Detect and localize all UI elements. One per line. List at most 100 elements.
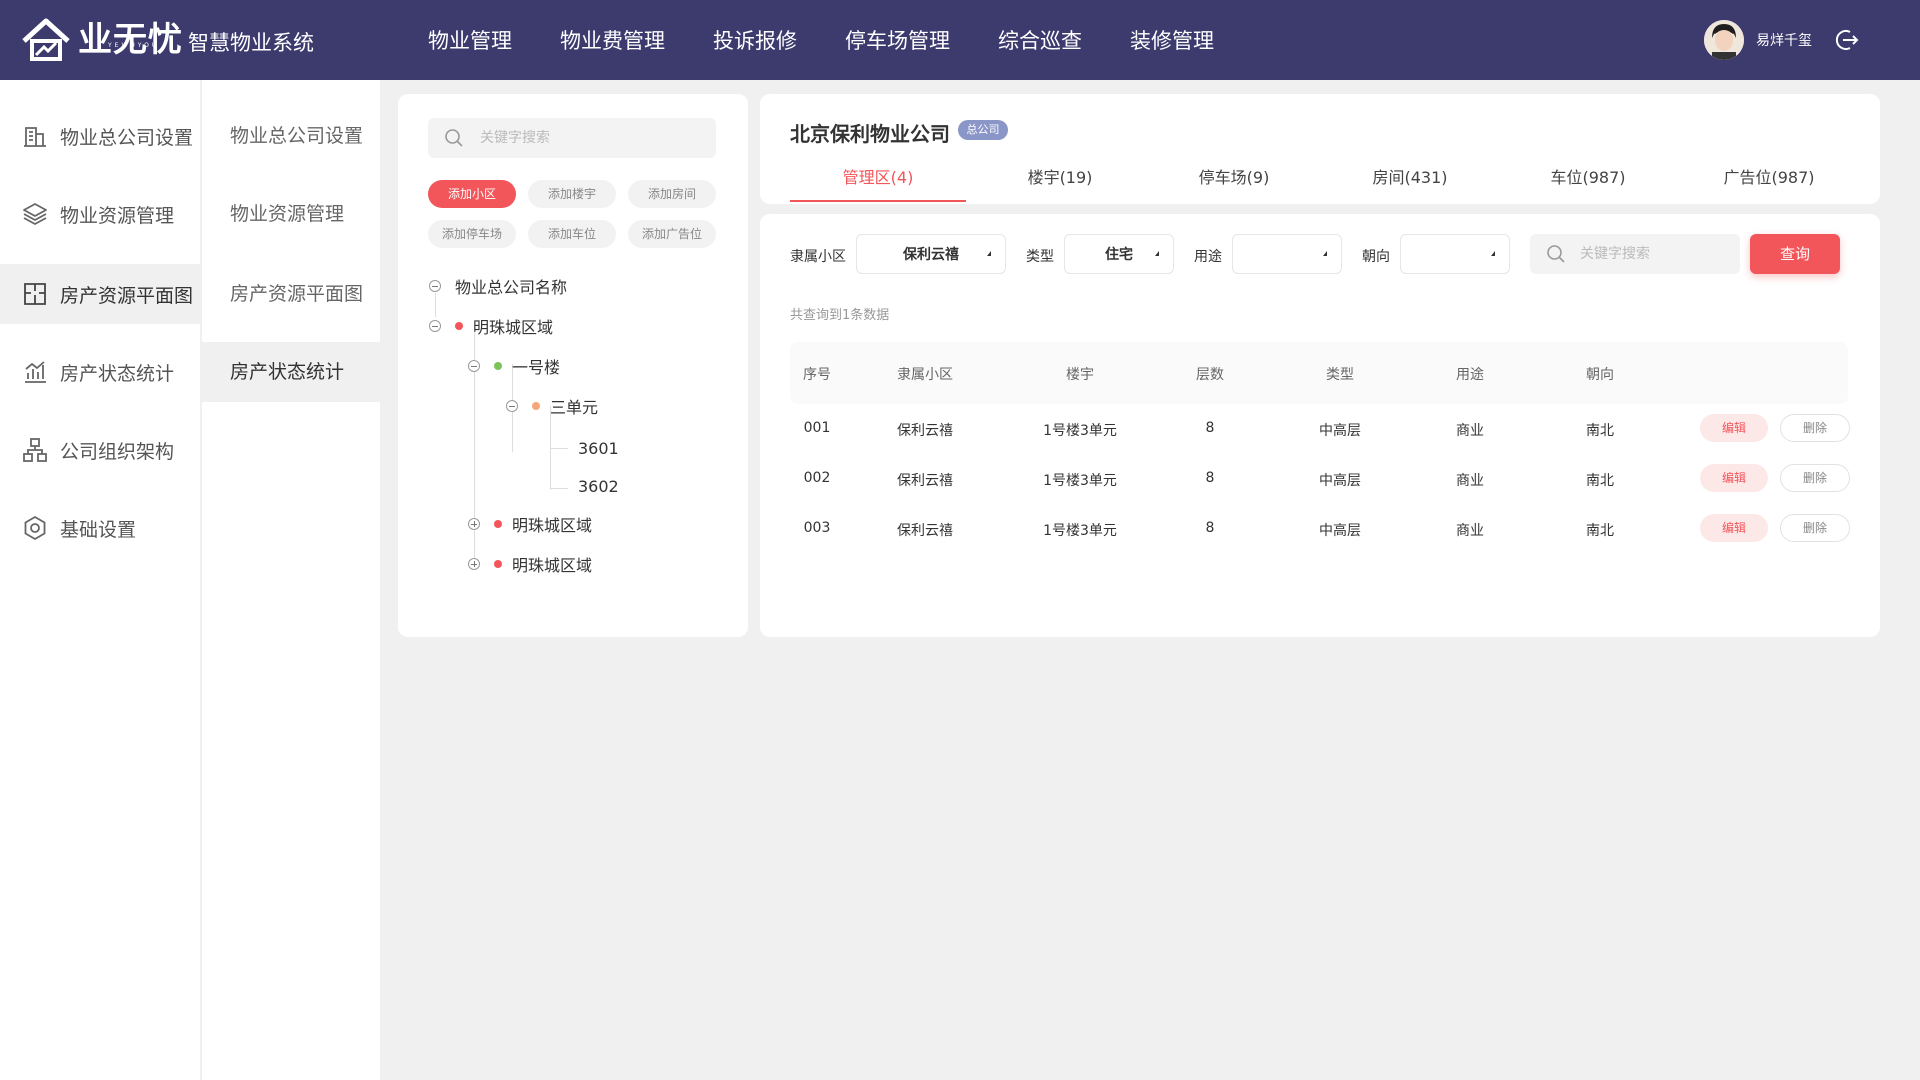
expand-icon[interactable] — [468, 558, 480, 570]
cell-orientation: 南北 — [1586, 423, 1614, 439]
usage-select[interactable] — [1232, 234, 1342, 274]
floorplan-icon — [24, 283, 46, 305]
cell-building: 1号楼3单元 — [1043, 523, 1117, 539]
status-dot-icon — [494, 362, 502, 370]
status-dot-icon — [494, 520, 502, 528]
caret-icon — [987, 251, 991, 256]
collapse-icon[interactable] — [429, 320, 441, 332]
sidebar-item-label: 房产资源平面图 — [60, 284, 194, 307]
nav-renovation[interactable]: 装修管理 — [1130, 25, 1214, 55]
org-chart-icon — [23, 438, 47, 462]
add-ad-space-button[interactable]: 添加广告位 — [628, 220, 716, 248]
nav-inspection[interactable]: 综合巡查 — [998, 25, 1082, 55]
tab-parking-lots[interactable]: 停车场(9) — [1146, 164, 1322, 194]
list-search-input[interactable] — [1578, 245, 1732, 263]
subnav-item-company-settings[interactable]: 物业总公司设置 — [202, 106, 380, 166]
query-button[interactable]: 查询 — [1750, 234, 1840, 274]
tree-node-room[interactable]: 3602 — [578, 474, 619, 498]
edit-button[interactable]: 编辑 — [1700, 464, 1768, 492]
type-select-value: 住宅 — [1105, 247, 1133, 263]
add-room-button[interactable]: 添加房间 — [628, 180, 716, 208]
add-parking-space-button[interactable]: 添加车位 — [528, 220, 616, 248]
sidebar-item-resource-management[interactable]: 物业资源管理 — [0, 184, 200, 244]
cell-floors: 8 — [1205, 470, 1215, 486]
table-row: 002 保利云禧 1号楼3单元 8 中高层 商业 南北 编辑 删除 — [790, 454, 1850, 504]
nav-parking[interactable]: 停车场管理 — [845, 25, 950, 55]
tree-node-label: 一号楼 — [512, 358, 561, 377]
cell-floors: 8 — [1205, 520, 1215, 536]
nav-property-management[interactable]: 物业管理 — [428, 25, 512, 55]
cell-orientation: 南北 — [1586, 473, 1614, 489]
add-building-button[interactable]: 添加楼宇 — [528, 180, 616, 208]
community-filter-label: 隶属小区 — [790, 249, 846, 265]
sidebar-item-status-stats[interactable]: 房产状态统计 — [0, 342, 200, 402]
tab-management-area[interactable]: 管理区(4) — [790, 164, 966, 194]
cell-orientation: 南北 — [1586, 523, 1614, 539]
column-header: 隶属小区 — [897, 367, 953, 383]
cell-no: 003 — [803, 520, 831, 536]
collapse-icon[interactable] — [506, 400, 518, 412]
tree-node-unit[interactable]: 三单元 — [506, 394, 598, 418]
cell-community: 保利云禧 — [897, 423, 953, 439]
sidebar-item-label: 公司组织架构 — [60, 440, 175, 463]
cell-building: 1号楼3单元 — [1043, 473, 1117, 489]
tree-node-root[interactable]: 物业总公司名称 — [429, 274, 567, 298]
usage-filter-label: 用途 — [1194, 249, 1222, 265]
tree-node-area[interactable]: 明珠城区域 — [468, 552, 592, 576]
sidebar-item-basic-settings[interactable]: 基础设置 — [0, 498, 200, 558]
sidebar-item-label: 物业总公司设置 — [60, 126, 194, 149]
subnav-item-resource-management[interactable]: 物业资源管理 — [202, 184, 380, 244]
community-select-value: 保利云禧 — [903, 247, 959, 263]
settings-icon — [24, 515, 46, 541]
table-row: 003 保利云禧 1号楼3单元 8 中高层 商业 南北 编辑 删除 — [790, 504, 1850, 554]
sidebar-item-organization[interactable]: 公司组织架构 — [0, 420, 200, 480]
tree-search — [428, 118, 716, 158]
sidebar-item-floor-plan[interactable]: 房产资源平面图 — [0, 264, 200, 324]
tree-node-building[interactable]: 一号楼 — [468, 354, 560, 378]
app-logo[interactable]: 业无忧 — [20, 14, 183, 66]
avatar[interactable] — [1704, 20, 1744, 60]
tab-ad-spaces[interactable]: 广告位(987) — [1674, 164, 1864, 194]
delete-button[interactable]: 删除 — [1780, 514, 1850, 542]
edit-button[interactable]: 编辑 — [1700, 514, 1768, 542]
tab-buildings[interactable]: 楼宇(19) — [972, 164, 1148, 194]
expand-icon[interactable] — [468, 518, 480, 530]
nav-complaint-repair[interactable]: 投诉报修 — [713, 25, 797, 55]
type-select[interactable]: 住宅 — [1064, 234, 1174, 274]
user-menu[interactable]: 易烊千玺 — [1704, 18, 1860, 62]
community-select[interactable]: 保利云禧 — [856, 234, 1006, 274]
tree-node-room[interactable]: 3601 — [578, 436, 619, 460]
collapse-icon[interactable] — [468, 360, 480, 372]
tree-search-input[interactable] — [478, 129, 682, 147]
add-parking-lot-button[interactable]: 添加停车场 — [428, 220, 516, 248]
tree-node-label: 三单元 — [550, 398, 599, 417]
edit-button[interactable]: 编辑 — [1700, 414, 1768, 442]
caret-icon — [1155, 251, 1159, 256]
cell-type: 中高层 — [1319, 423, 1361, 439]
logout-icon[interactable] — [1834, 27, 1860, 53]
add-community-button[interactable]: 添加小区 — [428, 180, 516, 208]
company-name: 北京保利物业公司 — [790, 122, 950, 146]
top-nav: 物业管理 物业费管理 投诉报修 停车场管理 综合巡查 装修管理 — [428, 0, 1262, 80]
tree-node-area[interactable]: 明珠城区域 — [468, 512, 592, 536]
nav-property-fee[interactable]: 物业费管理 — [560, 25, 665, 55]
collapse-icon[interactable] — [429, 280, 441, 292]
list-panel: 隶属小区 保利云禧 类型 住宅 用途 朝向 查询 共查询到1条数据 序号 隶属小… — [760, 214, 1880, 637]
cell-type: 中高层 — [1319, 473, 1361, 489]
tab-rooms[interactable]: 房间(431) — [1322, 164, 1498, 194]
subnav-item-status-stats[interactable]: 房产状态统计 — [202, 342, 380, 402]
delete-button[interactable]: 删除 — [1780, 464, 1850, 492]
column-header: 朝向 — [1586, 367, 1614, 383]
tree-node-label: 3602 — [578, 476, 619, 496]
table-row: 001 保利云禧 1号楼3单元 8 中高层 商业 南北 编辑 删除 — [790, 404, 1850, 454]
orientation-select[interactable] — [1400, 234, 1510, 274]
delete-button[interactable]: 删除 — [1780, 414, 1850, 442]
cell-usage: 商业 — [1456, 423, 1484, 439]
system-name: 智慧物业系统 — [188, 31, 314, 55]
sidebar-item-company-settings[interactable]: 物业总公司设置 — [0, 106, 200, 166]
subnav-item-floor-plan[interactable]: 房产资源平面图 — [202, 264, 380, 324]
cell-usage: 商业 — [1456, 473, 1484, 489]
tree-node-area[interactable]: 明珠城区域 — [429, 314, 553, 338]
cell-no: 002 — [803, 470, 831, 486]
tab-parking-spaces[interactable]: 车位(987) — [1500, 164, 1676, 194]
